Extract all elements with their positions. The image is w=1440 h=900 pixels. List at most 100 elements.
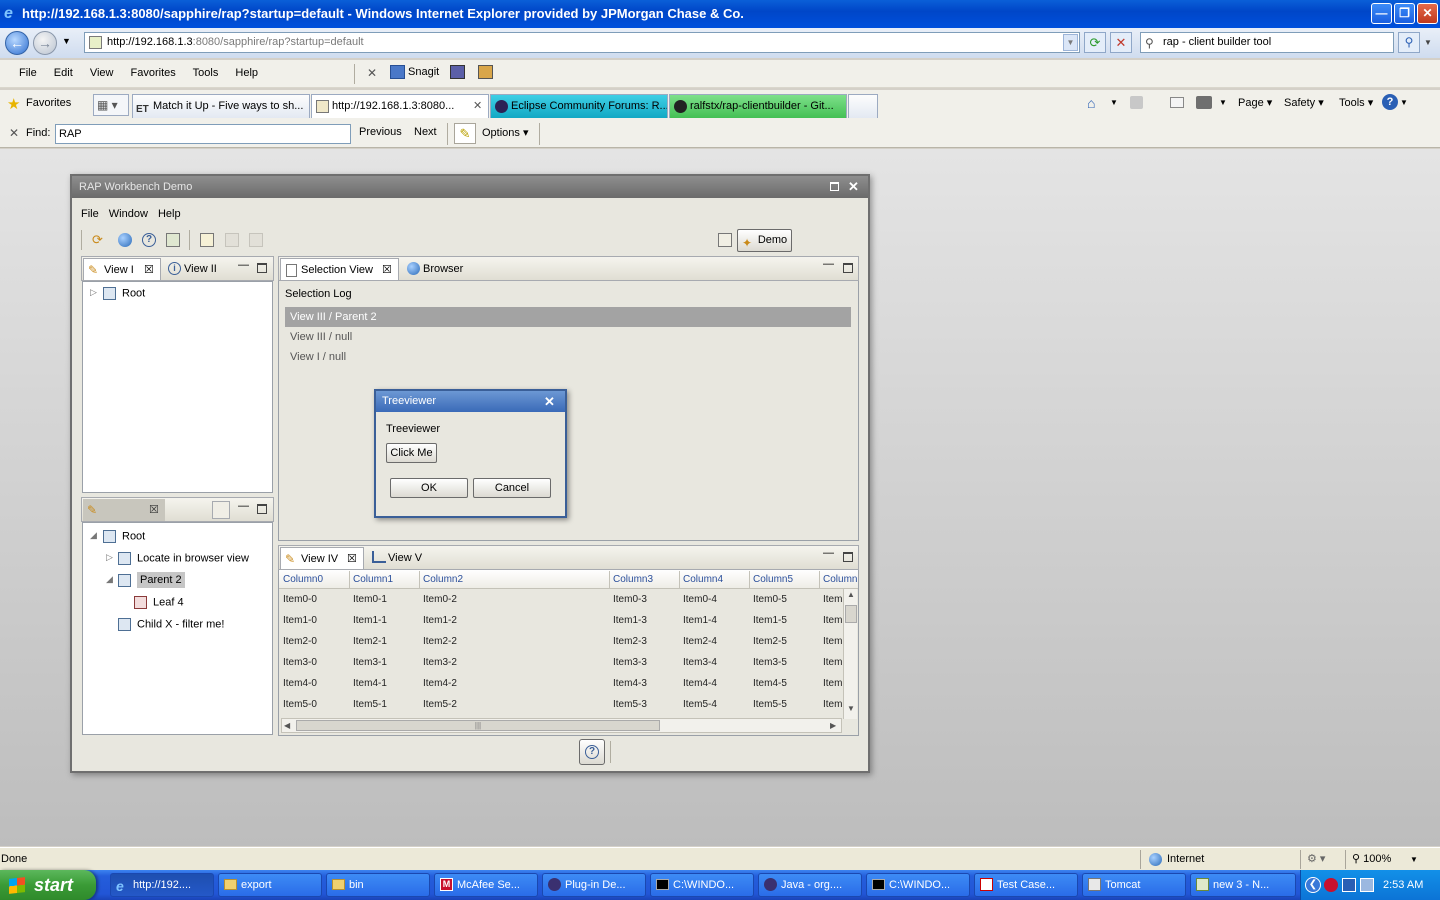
table-cell[interactable]: Item4-0 — [283, 678, 317, 689]
table-cell[interactable]: Item — [823, 594, 843, 605]
table-cell[interactable]: Item1-1 — [353, 615, 387, 626]
table-cell[interactable]: Item5-1 — [353, 699, 387, 710]
table-cell[interactable]: Item — [823, 636, 843, 647]
demo-perspective-button[interactable]: ✦ Demo — [737, 229, 792, 252]
menu-help[interactable]: Help — [235, 67, 258, 79]
column-header[interactable]: Column0 — [283, 574, 323, 585]
table-cell[interactable]: Item1-2 — [423, 615, 457, 626]
table-cell[interactable]: Item5-3 — [613, 699, 647, 710]
tab-view-iv[interactable]: ✎ View IV ☒ — [280, 547, 364, 569]
table-cell[interactable]: Item0-4 — [683, 594, 717, 605]
table-cell[interactable]: Item2-5 — [753, 636, 787, 647]
log-entry-selected[interactable]: View III / Parent 2 — [285, 307, 851, 327]
tree-item-parent-2[interactable]: Parent 2 — [118, 572, 185, 589]
recent-pages-chevron-icon[interactable]: ▼ — [62, 36, 71, 46]
maximize-icon[interactable] — [830, 182, 839, 191]
close-selection-view-icon[interactable]: ☒ — [382, 259, 392, 281]
tab-github[interactable]: ralfstx/rap-clientbuilder - Git... — [669, 94, 847, 118]
zoom-control[interactable]: ⚲ 100% — [1352, 848, 1391, 871]
help-icon[interactable]: ? — [1382, 94, 1398, 110]
rap-help-button[interactable]: ? — [579, 739, 605, 765]
address-field[interactable]: http://192.168.1.3:8080/sapphire/rap?sta… — [84, 32, 1080, 53]
home-icon[interactable]: ⌂ — [1087, 95, 1095, 111]
expand-icon[interactable]: ▷ — [106, 552, 113, 563]
menu-file[interactable]: File — [19, 67, 37, 79]
column-divider[interactable] — [419, 571, 420, 588]
mcafee-tray-icon[interactable] — [1324, 878, 1338, 892]
feeds-icon[interactable] — [1130, 96, 1143, 109]
table-cell[interactable]: Item3-5 — [753, 657, 787, 668]
tab-rap-demo[interactable]: http://192.168.1.3:8080... ✕ — [311, 94, 489, 118]
new-tab-button[interactable] — [848, 94, 878, 118]
table-cell[interactable]: Item1-5 — [753, 615, 787, 626]
column-header[interactable]: Column — [823, 574, 858, 585]
tab-view-v[interactable]: View V — [368, 547, 432, 569]
table-cell[interactable]: Item1-4 — [683, 615, 717, 626]
table-cell[interactable]: Item4-1 — [353, 678, 387, 689]
table-cell[interactable]: Item2-1 — [353, 636, 387, 647]
tab-view-ii[interactable]: i View II — [164, 258, 226, 280]
table-cell[interactable]: Item — [823, 657, 843, 668]
tab-browser[interactable]: Browser — [403, 258, 473, 280]
taskbar-item[interactable]: C:\WINDO... — [650, 873, 754, 897]
help-chevron-icon[interactable]: ▼ — [1400, 98, 1408, 107]
show-hidden-icons-icon[interactable]: ❮ — [1305, 877, 1321, 893]
restore-button[interactable]: ❐ — [1394, 3, 1415, 24]
scroll-down-icon[interactable]: ▼ — [845, 704, 857, 716]
taskbar-item[interactable]: new 3 - N... — [1190, 873, 1296, 897]
close-tab-icon[interactable]: ✕ — [473, 95, 482, 117]
expand-icon[interactable]: ▷ — [90, 287, 97, 298]
maximize-view-icon[interactable] — [257, 504, 267, 514]
find-next-button[interactable]: Next — [414, 126, 437, 138]
minimize-view-icon[interactable]: — — [238, 500, 249, 512]
scroll-thumb[interactable] — [845, 605, 857, 623]
log-entry[interactable]: View I / null — [290, 351, 346, 363]
table-cell[interactable]: Item1-3 — [613, 615, 647, 626]
table-cell[interactable]: Item4-5 — [753, 678, 787, 689]
taskbar-item[interactable]: export — [218, 873, 322, 897]
action-icon[interactable]: ⟳ — [92, 232, 108, 248]
taskbar-item[interactable]: Tomcat — [1082, 873, 1186, 897]
taskbar-item[interactable]: bin — [326, 873, 430, 897]
mail-icon[interactable] — [1170, 97, 1184, 108]
tab-eclipse-forums[interactable]: Eclipse Community Forums: R... — [490, 94, 668, 118]
table-cell[interactable]: Item5-4 — [683, 699, 717, 710]
table-cell[interactable]: Item3-1 — [353, 657, 387, 668]
tools-menu[interactable]: Tools ▾ — [1339, 96, 1373, 109]
dialog-icon[interactable] — [166, 233, 180, 247]
find-options-menu[interactable]: Options ▾ — [482, 126, 529, 139]
menu-favorites[interactable]: Favorites — [131, 67, 176, 79]
capture-icon[interactable] — [450, 65, 465, 79]
close-toolbar-icon[interactable]: ✕ — [367, 66, 377, 80]
table-cell[interactable]: Item4-3 — [613, 678, 647, 689]
table-cell[interactable]: Item3-2 — [423, 657, 457, 668]
table-cell[interactable]: Item3-3 — [613, 657, 647, 668]
taskbar-item[interactable]: Test Case... — [974, 873, 1078, 897]
column-divider[interactable] — [679, 571, 680, 588]
scroll-right-icon[interactable]: ▶ — [830, 719, 836, 732]
highlight-icon[interactable]: ✎ — [454, 123, 476, 144]
table-cell[interactable]: Item5-5 — [753, 699, 787, 710]
minimize-button[interactable]: — — [1371, 3, 1392, 24]
tree-item-child-x[interactable]: Child X - filter me! — [118, 618, 224, 631]
ok-button[interactable]: OK — [390, 478, 468, 498]
taskbar-item[interactable]: C:\WINDO... — [866, 873, 970, 897]
collapse-icon[interactable]: ◢ — [106, 574, 113, 585]
refresh-icon[interactable]: ⟳ — [1084, 32, 1106, 53]
home-chevron-icon[interactable]: ▼ — [1110, 98, 1118, 107]
column-header[interactable]: Column2 — [423, 574, 463, 585]
locate-action-icon[interactable] — [212, 501, 230, 519]
taskbar-item[interactable]: Java - org.... — [758, 873, 862, 897]
maximize-view-icon[interactable] — [257, 263, 267, 273]
print-chevron-icon[interactable]: ▼ — [1219, 98, 1227, 107]
taskbar-item[interactable]: M McAfee Se... — [434, 873, 538, 897]
address-dropdown-icon[interactable]: ▼ — [1063, 34, 1078, 51]
tree-item-leaf-4[interactable]: Leaf 4 — [134, 596, 184, 609]
close-view-iv-icon[interactable]: ☒ — [347, 548, 357, 570]
network-tray-icon[interactable] — [1342, 878, 1356, 892]
table-cell[interactable]: Item0-0 — [283, 594, 317, 605]
tree-root[interactable]: Root — [103, 287, 145, 300]
column-header[interactable]: Column1 — [353, 574, 393, 585]
close-view-iii-icon[interactable]: ☒ — [149, 499, 159, 521]
table-cell[interactable]: Item — [823, 615, 843, 626]
